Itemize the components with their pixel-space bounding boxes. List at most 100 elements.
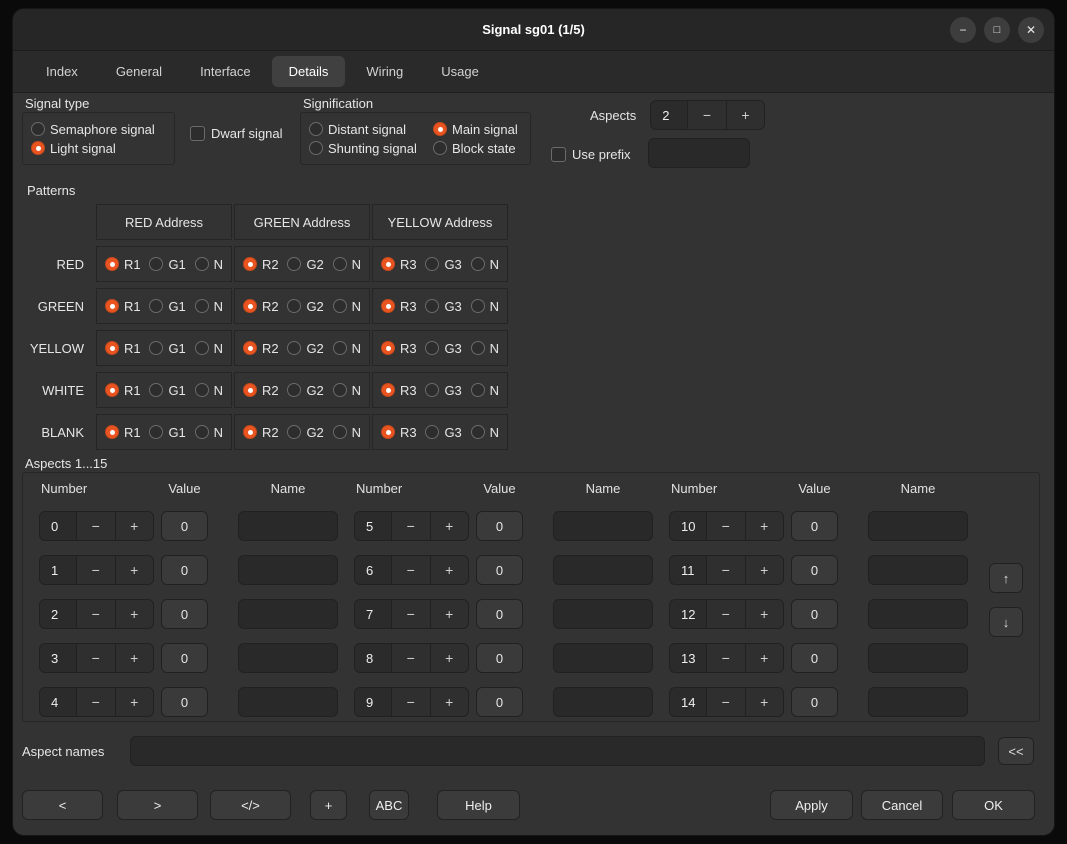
next-button[interactable]: > [117, 790, 198, 820]
move-down-button[interactable]: ↓ [989, 607, 1023, 637]
aspect-4-value-box[interactable]: 0 [161, 687, 208, 717]
aspect-13-name-input[interactable] [868, 643, 968, 673]
spinner-decrement-button[interactable]: − [706, 600, 745, 628]
aspect-0-name-input[interactable] [238, 511, 338, 541]
spinner-increment-button[interactable]: + [430, 512, 469, 540]
radio-yellow-n[interactable]: N [333, 341, 361, 356]
radio-blank-g1[interactable]: G1 [149, 425, 185, 440]
spinner-decrement-button[interactable]: − [706, 644, 745, 672]
radio-main-signal[interactable]: Main signal [433, 122, 522, 137]
apply-button[interactable]: Apply [770, 790, 853, 820]
aspect-11-name-input[interactable] [868, 555, 968, 585]
aspect-1-value-box[interactable]: 0 [161, 555, 208, 585]
radio-yellow-g3[interactable]: G3 [425, 341, 461, 356]
spinner-decrement-button[interactable]: − [391, 512, 430, 540]
radio-white-g1[interactable]: G1 [149, 383, 185, 398]
spinner-decrement-button[interactable]: − [76, 556, 115, 584]
aspect-10-value-box[interactable]: 0 [791, 511, 838, 541]
radio-shunting-signal[interactable]: Shunting signal [309, 141, 433, 156]
radio-yellow-g2[interactable]: G2 [287, 341, 323, 356]
aspect-8-value-box[interactable]: 0 [476, 643, 523, 673]
titlebar[interactable]: Signal sg01 (1/5) − □ ✕ [13, 9, 1054, 51]
aspect-7-value-box[interactable]: 0 [476, 599, 523, 629]
radio-yellow-n[interactable]: N [471, 341, 499, 356]
radio-green-r2[interactable]: R2 [243, 299, 279, 314]
radio-yellow-r1[interactable]: R1 [105, 341, 141, 356]
spinner-decrement-button[interactable]: − [391, 688, 430, 716]
aspect-2-value-box[interactable]: 0 [161, 599, 208, 629]
radio-white-g2[interactable]: G2 [287, 383, 323, 398]
tab-details[interactable]: Details [272, 56, 346, 87]
spinner-increment-button[interactable]: + [430, 600, 469, 628]
radio-red-r3[interactable]: R3 [381, 257, 417, 272]
minimize-button[interactable]: − [950, 17, 976, 43]
spinner-increment-button[interactable]: + [745, 688, 784, 716]
spinner-increment-button[interactable]: + [745, 556, 784, 584]
radio-blank-r3[interactable]: R3 [381, 425, 417, 440]
prev-button[interactable]: < [22, 790, 103, 820]
spinner-increment-button[interactable]: + [115, 644, 154, 672]
maximize-button[interactable]: □ [984, 17, 1010, 43]
radio-blank-n[interactable]: N [195, 425, 223, 440]
aspect-6-value-box[interactable]: 0 [476, 555, 523, 585]
collapse-button[interactable]: << [998, 737, 1034, 765]
radio-blank-r1[interactable]: R1 [105, 425, 141, 440]
radio-green-g2[interactable]: G2 [287, 299, 323, 314]
radio-blank-g3[interactable]: G3 [425, 425, 461, 440]
aspect-names-input[interactable] [130, 736, 985, 766]
radio-yellow-r3[interactable]: R3 [381, 341, 417, 356]
aspect-13-value-box[interactable]: 0 [791, 643, 838, 673]
radio-semaphore-signal[interactable]: Semaphore signal [31, 122, 166, 137]
move-up-button[interactable]: ↑ [989, 563, 1023, 593]
aspect-7-name-input[interactable] [553, 599, 653, 629]
abc-button[interactable]: ABC [369, 790, 409, 820]
aspect-0-value-box[interactable]: 0 [161, 511, 208, 541]
radio-yellow-g1[interactable]: G1 [149, 341, 185, 356]
aspect-8-name-input[interactable] [553, 643, 653, 673]
radio-blank-n[interactable]: N [471, 425, 499, 440]
spinner-increment-button[interactable]: + [726, 101, 765, 129]
radio-green-g3[interactable]: G3 [425, 299, 461, 314]
radio-blank-g2[interactable]: G2 [287, 425, 323, 440]
spinner-decrement-button[interactable]: − [76, 688, 115, 716]
radio-red-r2[interactable]: R2 [243, 257, 279, 272]
aspect-4-name-input[interactable] [238, 687, 338, 717]
radio-red-n[interactable]: N [195, 257, 223, 272]
aspect-3-name-input[interactable] [238, 643, 338, 673]
radio-white-r2[interactable]: R2 [243, 383, 279, 398]
spinner-decrement-button[interactable]: − [391, 600, 430, 628]
add-button[interactable]: + [310, 790, 347, 820]
spinner-increment-button[interactable]: + [745, 512, 784, 540]
spinner-increment-button[interactable]: + [430, 644, 469, 672]
tab-general[interactable]: General [99, 56, 179, 87]
radio-block-state[interactable]: Block state [433, 141, 522, 156]
radio-light-signal[interactable]: Light signal [31, 141, 166, 156]
radio-red-g1[interactable]: G1 [149, 257, 185, 272]
tab-wiring[interactable]: Wiring [349, 56, 420, 87]
radio-white-g3[interactable]: G3 [425, 383, 461, 398]
spinner-decrement-button[interactable]: − [706, 512, 745, 540]
ok-button[interactable]: OK [952, 790, 1035, 820]
radio-white-n[interactable]: N [333, 383, 361, 398]
aspect-11-value-box[interactable]: 0 [791, 555, 838, 585]
markup-button[interactable]: </> [210, 790, 291, 820]
radio-green-g1[interactable]: G1 [149, 299, 185, 314]
radio-green-n[interactable]: N [471, 299, 499, 314]
aspect-5-name-input[interactable] [553, 511, 653, 541]
radio-white-n[interactable]: N [195, 383, 223, 398]
help-button[interactable]: Help [437, 790, 520, 820]
radio-yellow-r2[interactable]: R2 [243, 341, 279, 356]
radio-green-n[interactable]: N [195, 299, 223, 314]
aspect-5-value-box[interactable]: 0 [476, 511, 523, 541]
spinner-increment-button[interactable]: + [745, 644, 784, 672]
radio-blank-r2[interactable]: R2 [243, 425, 279, 440]
aspect-10-name-input[interactable] [868, 511, 968, 541]
spinner-decrement-button[interactable]: − [391, 644, 430, 672]
cancel-button[interactable]: Cancel [861, 790, 943, 820]
aspect-12-value-box[interactable]: 0 [791, 599, 838, 629]
use-prefix-checkbox[interactable]: Use prefix [551, 147, 631, 162]
spinner-increment-button[interactable]: + [745, 600, 784, 628]
aspect-14-name-input[interactable] [868, 687, 968, 717]
spinner-increment-button[interactable]: + [430, 688, 469, 716]
radio-red-n[interactable]: N [333, 257, 361, 272]
